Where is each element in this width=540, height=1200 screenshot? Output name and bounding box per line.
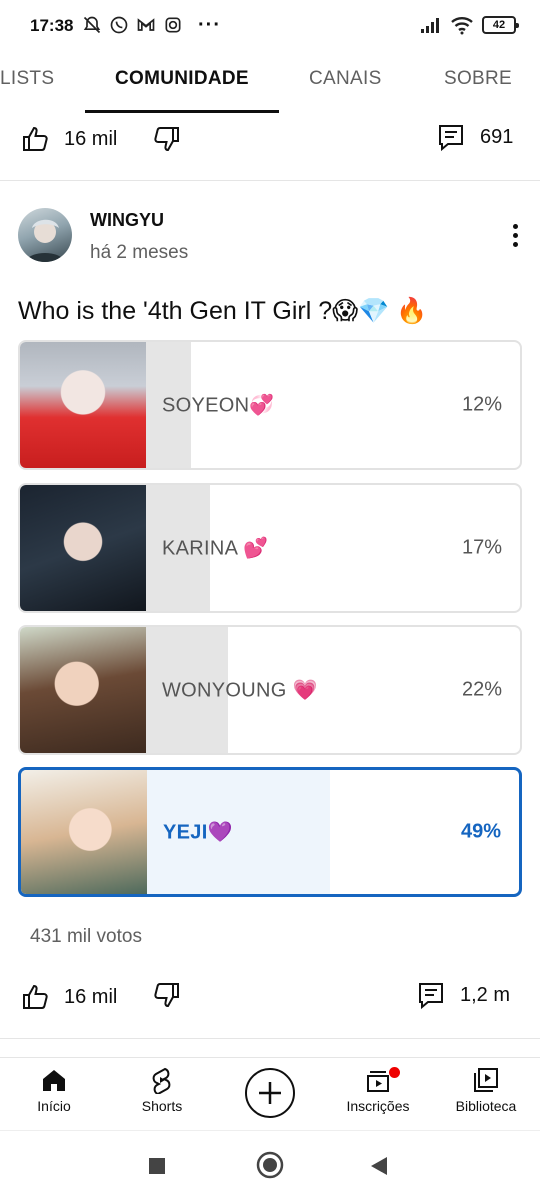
like-count: 16 mil bbox=[64, 985, 118, 1008]
comment-count: 1,2 m bbox=[460, 983, 511, 1006]
poll-option-selected[interactable]: YEJI💜 49% bbox=[18, 767, 522, 897]
gmail-icon bbox=[137, 18, 155, 31]
more-options-icon[interactable] bbox=[502, 222, 528, 252]
thumb-down-icon bbox=[154, 983, 179, 1008]
option-image bbox=[21, 770, 147, 894]
channel-tabs: LISTS COMUNIDADE CANAIS SOBRE bbox=[0, 52, 540, 114]
option-percent: 12% bbox=[461, 393, 502, 416]
shorts-icon bbox=[152, 1067, 171, 1094]
dislike-button[interactable] bbox=[152, 124, 182, 154]
option-label: SOYEON💞 bbox=[162, 394, 275, 417]
option-percent: 22% bbox=[461, 678, 502, 701]
back-triangle-icon bbox=[371, 1157, 387, 1175]
nav-inscricoes[interactable]: Inscrições bbox=[328, 1066, 428, 1116]
instagram-icon bbox=[165, 17, 181, 33]
like-button[interactable]: 16 mil bbox=[20, 124, 117, 154]
wifi-icon bbox=[451, 17, 473, 35]
comment-icon bbox=[439, 125, 463, 152]
mute-icon bbox=[83, 16, 101, 34]
status-time: 17:38 bbox=[30, 16, 74, 35]
avatar[interactable] bbox=[18, 208, 72, 262]
notification-dot bbox=[389, 1067, 400, 1078]
comment-icon bbox=[419, 983, 443, 1010]
poll-option[interactable]: WONYOUNG 💗 22% bbox=[18, 625, 522, 755]
post-divider bbox=[0, 180, 540, 181]
post-author[interactable]: WINGYU bbox=[90, 210, 164, 231]
tab-sobre[interactable]: SOBRE bbox=[444, 68, 512, 90]
library-icon bbox=[474, 1068, 498, 1092]
bottom-navigation: Início Shorts Inscrições Biblioteca bbox=[0, 1057, 540, 1129]
post-question: Who is the '4th Gen IT Girl ?😱💎 🔥 bbox=[18, 297, 428, 325]
thumb-up-icon bbox=[23, 126, 48, 151]
recents-button[interactable] bbox=[148, 1157, 166, 1180]
status-bar: 17:38 ··· 42 bbox=[0, 0, 540, 52]
circle-icon bbox=[256, 1151, 284, 1179]
home-icon bbox=[43, 1070, 65, 1091]
tab-lists[interactable]: LISTS bbox=[0, 68, 54, 90]
create-icon bbox=[259, 1082, 281, 1104]
battery-icon: 42 bbox=[482, 16, 519, 34]
tab-comunidade[interactable]: COMUNIDADE bbox=[115, 68, 249, 90]
comments-button[interactable]: 691 bbox=[436, 122, 513, 152]
create-button[interactable] bbox=[245, 1068, 295, 1118]
thumb-down-icon bbox=[154, 127, 179, 152]
option-label: YEJI💜 bbox=[163, 821, 233, 844]
home-button[interactable] bbox=[256, 1151, 284, 1184]
square-icon bbox=[149, 1158, 165, 1174]
system-navigation bbox=[0, 1130, 540, 1200]
post-time: há 2 meses bbox=[90, 242, 189, 263]
like-count: 16 mil bbox=[64, 127, 118, 150]
back-button[interactable] bbox=[370, 1156, 388, 1181]
comment-count: 691 bbox=[480, 125, 514, 148]
nav-inicio[interactable]: Início bbox=[4, 1066, 104, 1116]
subscriptions-icon bbox=[367, 1071, 389, 1092]
battery-level: 42 bbox=[492, 19, 506, 31]
post-divider bbox=[0, 1038, 540, 1039]
vote-count: 431 mil votos bbox=[30, 926, 142, 947]
avatar-image bbox=[26, 219, 64, 262]
option-image bbox=[20, 627, 146, 753]
poll-option[interactable]: KARINA 💕 17% bbox=[18, 483, 522, 613]
signal-icon bbox=[421, 18, 439, 33]
tab-canais[interactable]: CANAIS bbox=[309, 68, 382, 90]
dislike-button[interactable] bbox=[152, 980, 182, 1010]
option-percent: 17% bbox=[461, 536, 502, 559]
thumb-up-icon bbox=[23, 984, 48, 1009]
nav-label: Shorts bbox=[141, 1098, 183, 1114]
option-label: KARINA 💕 bbox=[162, 537, 269, 560]
like-button[interactable]: 16 mil bbox=[20, 982, 117, 1012]
option-percent: 49% bbox=[460, 820, 501, 843]
option-image bbox=[20, 485, 146, 611]
nav-biblioteca[interactable]: Biblioteca bbox=[436, 1066, 536, 1116]
option-image bbox=[20, 342, 146, 468]
poll-option[interactable]: SOYEON💞 12% bbox=[18, 340, 522, 470]
nav-label: Biblioteca bbox=[455, 1098, 517, 1114]
nav-label: Início bbox=[37, 1098, 71, 1114]
nav-shorts[interactable]: Shorts bbox=[112, 1066, 212, 1116]
more-dots: ··· bbox=[198, 14, 221, 36]
system-icons: 42 bbox=[420, 15, 519, 35]
whatsapp-icon bbox=[110, 16, 128, 34]
nav-label: Inscrições bbox=[346, 1098, 410, 1114]
prev-post-actions: 16 mil 691 bbox=[0, 112, 540, 172]
notification-icons: ··· bbox=[82, 15, 221, 35]
option-label: WONYOUNG 💗 bbox=[162, 679, 318, 702]
post-actions: 16 mil 1,2 m bbox=[0, 968, 540, 1028]
comments-button[interactable]: 1,2 m bbox=[416, 980, 510, 1010]
